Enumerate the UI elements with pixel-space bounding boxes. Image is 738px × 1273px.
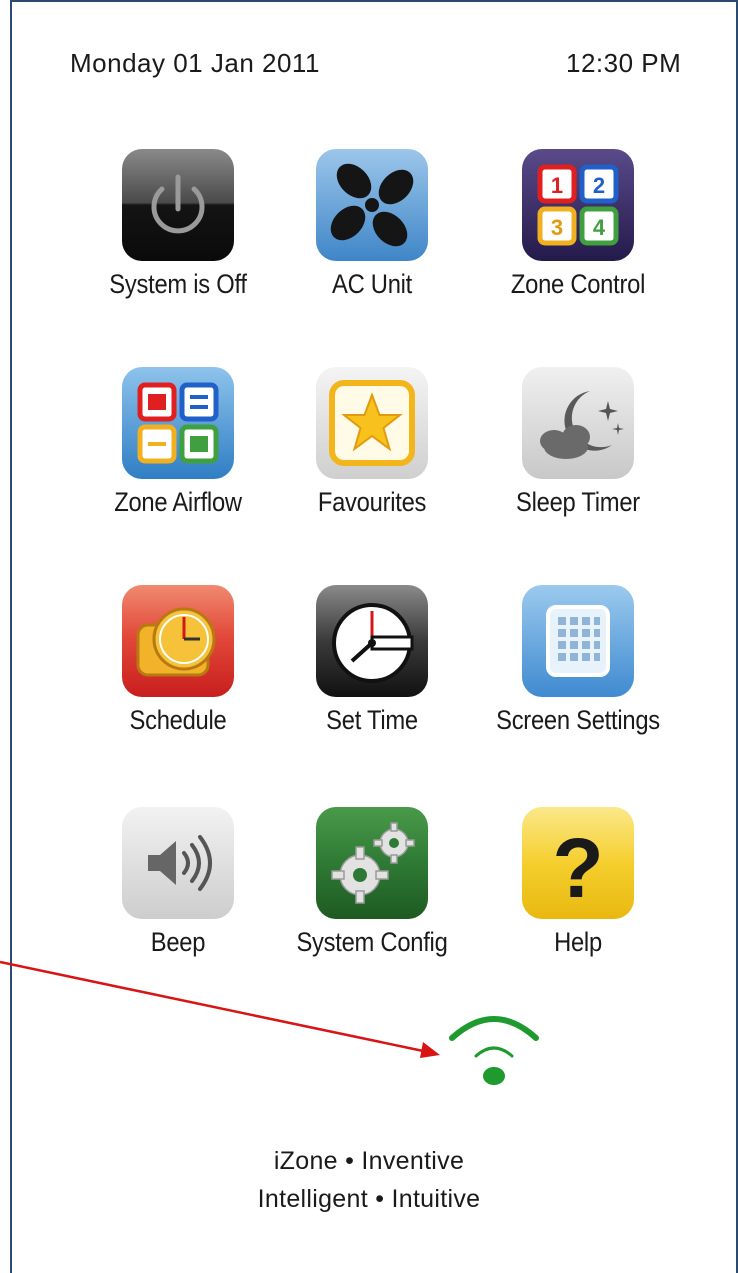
tagline-line-1: iZone • Inventive <box>273 1147 465 1175</box>
annotation-arrow <box>0 960 440 1058</box>
tagline-line-2: Intelligent • Intuitive <box>257 1185 481 1213</box>
wifi-icon[interactable] <box>448 1008 548 1092</box>
